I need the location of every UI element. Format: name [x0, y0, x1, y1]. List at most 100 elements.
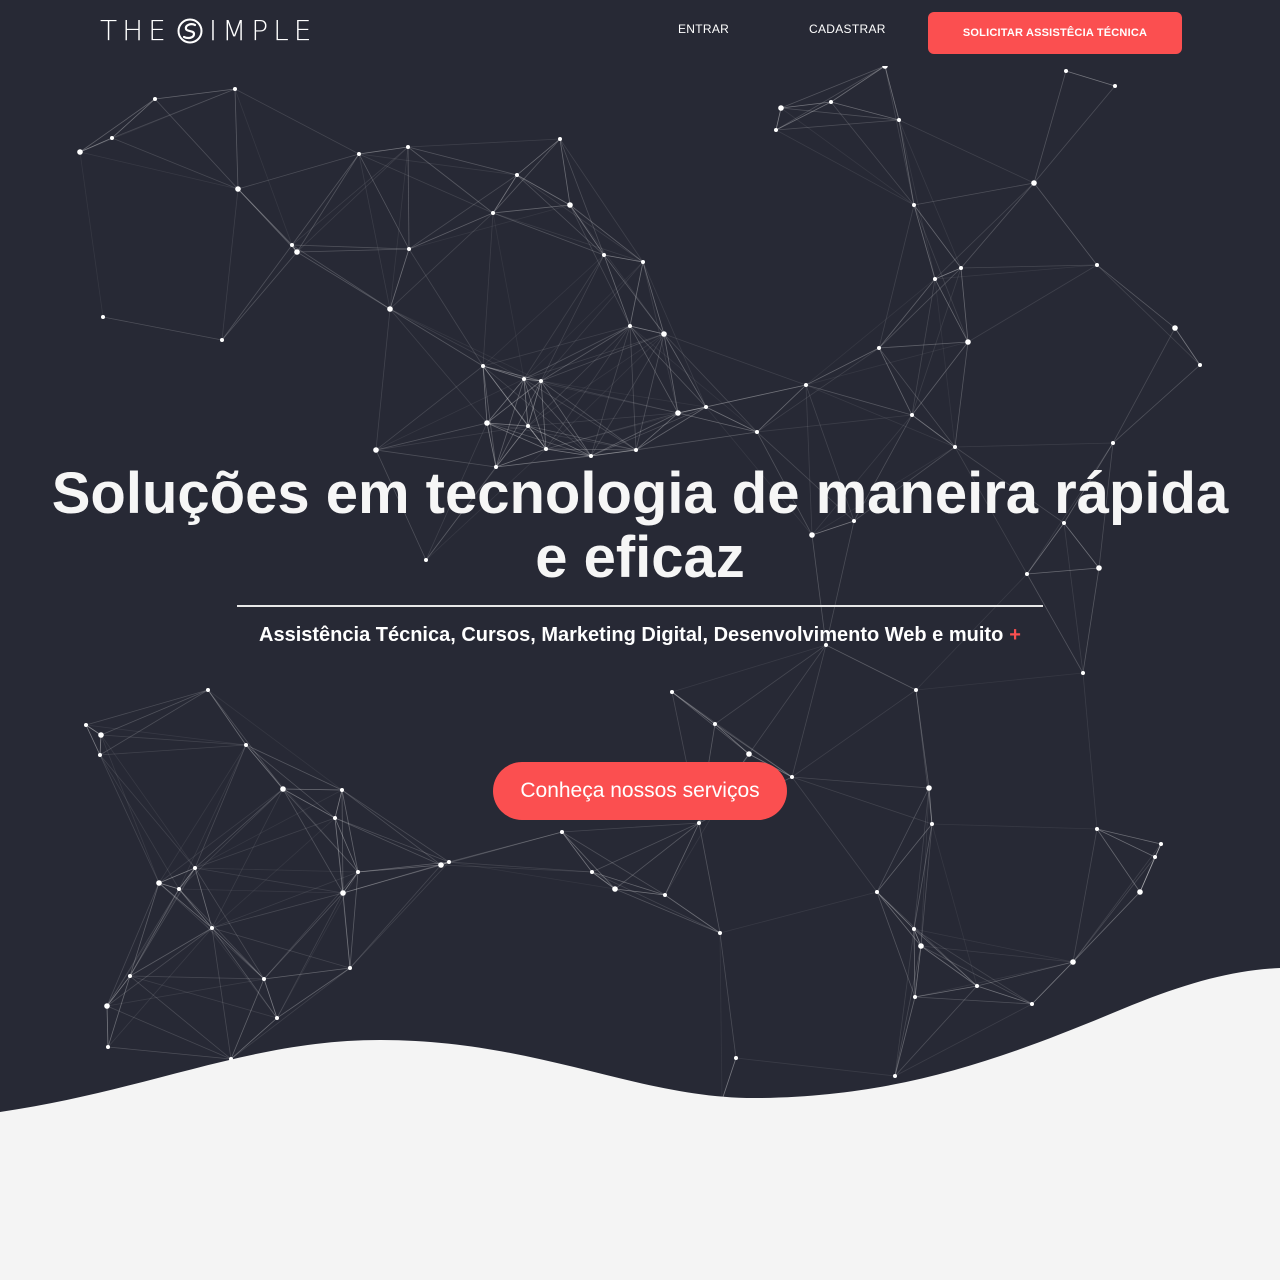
- network-node: [790, 775, 794, 779]
- network-node: [356, 870, 360, 874]
- network-node: [926, 785, 932, 791]
- network-node: [406, 145, 410, 149]
- network-node: [522, 377, 526, 381]
- network-node: [333, 816, 337, 820]
- network-node: [612, 886, 618, 892]
- network-node: [670, 690, 674, 694]
- network-node: [1137, 889, 1143, 895]
- network-node: [515, 173, 519, 177]
- network-node: [229, 1057, 233, 1061]
- network-node: [734, 1056, 738, 1060]
- network-node: [106, 1045, 110, 1049]
- hero-headline: Soluções em tecnologia de maneira rápida…: [51, 461, 1229, 590]
- network-node: [893, 1074, 897, 1078]
- nav-entrar-link[interactable]: ENTRAR: [678, 22, 729, 36]
- network-node: [912, 927, 916, 931]
- network-node: [746, 751, 752, 757]
- network-node: [910, 413, 914, 417]
- logo-s-icon: [177, 18, 203, 44]
- network-node: [590, 870, 594, 874]
- network-node: [206, 688, 210, 692]
- network-node: [778, 105, 784, 111]
- network-node: [774, 128, 778, 132]
- network-node: [663, 893, 667, 897]
- network-node: [558, 137, 562, 141]
- network-node: [1095, 263, 1099, 267]
- network-node: [104, 1003, 110, 1009]
- network-node: [697, 821, 701, 825]
- site-logo[interactable]: THE IMPLE: [100, 14, 316, 48]
- network-node: [641, 260, 645, 264]
- network-node: [975, 984, 979, 988]
- network-node: [193, 866, 197, 870]
- network-node: [447, 860, 451, 864]
- network-node: [484, 420, 490, 426]
- network-node: [914, 688, 918, 692]
- network-node: [235, 186, 241, 192]
- hero-section: Soluções em tecnologia de maneira rápida…: [0, 0, 1280, 1120]
- network-node: [340, 788, 344, 792]
- network-node: [110, 136, 114, 140]
- network-node: [244, 743, 248, 747]
- network-node: [829, 100, 833, 104]
- network-node: [1095, 827, 1099, 831]
- network-node: [77, 149, 83, 155]
- network-node: [959, 266, 963, 270]
- network-node: [804, 383, 808, 387]
- network-node: [348, 966, 352, 970]
- network-node: [661, 331, 667, 337]
- network-node: [1153, 855, 1157, 859]
- network-node: [602, 253, 606, 257]
- network-node: [713, 722, 717, 726]
- network-node: [156, 880, 162, 886]
- network-node: [294, 249, 300, 255]
- network-node: [953, 445, 957, 449]
- network-node: [877, 346, 881, 350]
- network-node: [913, 995, 917, 999]
- network-node: [675, 410, 681, 416]
- logo-text-right: IMPLE: [208, 14, 317, 47]
- network-node: [544, 447, 548, 451]
- network-node: [567, 202, 573, 208]
- network-node: [897, 118, 901, 122]
- network-node: [1081, 671, 1085, 675]
- network-node: [539, 379, 543, 383]
- network-node: [526, 424, 530, 428]
- network-node: [210, 926, 214, 930]
- network-node: [233, 87, 237, 91]
- network-node: [589, 454, 593, 458]
- top-navigation-bar: THE IMPLE ENTRAR CADASTRAR SOLICITAR ASS…: [0, 0, 1280, 66]
- network-node: [387, 306, 393, 312]
- network-node: [98, 732, 104, 738]
- network-node: [560, 830, 564, 834]
- network-node: [275, 1016, 279, 1020]
- network-node: [1064, 69, 1068, 73]
- network-node: [340, 890, 346, 896]
- network-node: [628, 324, 632, 328]
- nav-cadastrar-link[interactable]: CADASTRAR: [809, 22, 886, 36]
- network-node: [373, 447, 379, 453]
- network-node: [262, 977, 266, 981]
- request-support-button[interactable]: SOLICITAR ASSISTÊCIA TÉCNICA: [928, 12, 1182, 54]
- network-node: [1198, 363, 1202, 367]
- network-node: [1113, 84, 1117, 88]
- network-node: [280, 786, 286, 792]
- network-node: [1111, 441, 1115, 445]
- network-node: [1030, 1002, 1034, 1006]
- network-node: [718, 931, 722, 935]
- network-node: [128, 974, 132, 978]
- network-node: [1172, 325, 1178, 331]
- network-node: [918, 943, 924, 949]
- plus-sign: +: [1009, 624, 1021, 646]
- network-node: [84, 723, 88, 727]
- network-node: [704, 405, 708, 409]
- network-node: [875, 890, 879, 894]
- network-node: [101, 315, 105, 319]
- hero-subheadline: Assistência Técnica, Cursos, Marketing D…: [0, 622, 1280, 648]
- network-node: [407, 247, 411, 251]
- headline-divider: [237, 605, 1043, 607]
- network-node: [912, 203, 916, 207]
- network-node: [220, 338, 224, 342]
- network-node: [481, 364, 485, 368]
- services-cta-button[interactable]: Conheça nossos serviços: [493, 762, 787, 820]
